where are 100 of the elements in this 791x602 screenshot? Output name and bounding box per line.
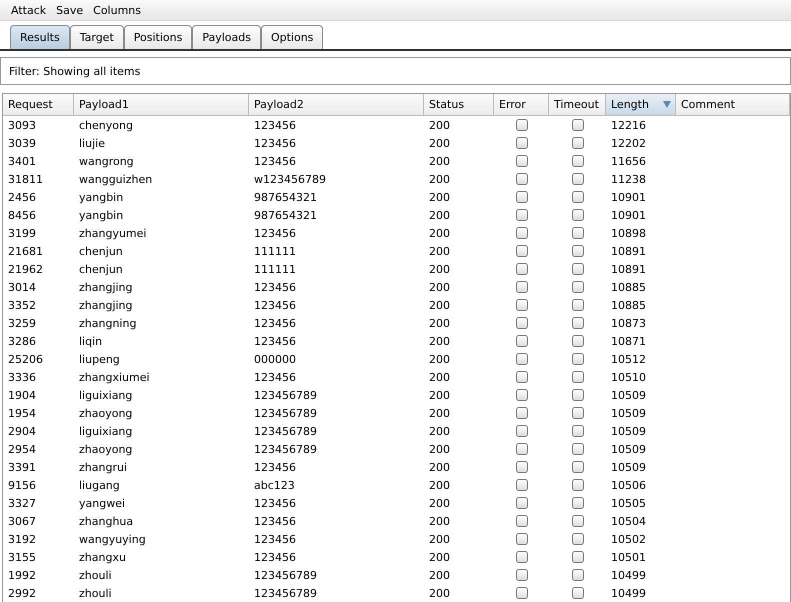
error-checkbox[interactable] (516, 227, 528, 239)
table-cell-text: 10873 (610, 316, 647, 332)
error-checkbox[interactable] (516, 299, 528, 311)
table-cell-text: 200 (428, 442, 451, 458)
table-cell-text: 10512 (610, 352, 647, 368)
table-cell-text: 123456 (253, 550, 297, 566)
table-cell-text: 2456 (7, 190, 37, 206)
timeout-checkbox[interactable] (572, 515, 584, 527)
timeout-checkbox[interactable] (572, 209, 584, 221)
table-cell-text: zhaoyong (78, 442, 134, 458)
timeout-checkbox[interactable] (572, 263, 584, 275)
timeout-checkbox[interactable] (572, 371, 584, 383)
timeout-checkbox[interactable] (572, 119, 584, 131)
column-header[interactable]: Comment (676, 94, 790, 115)
error-checkbox[interactable] (516, 191, 528, 203)
error-checkbox[interactable] (516, 155, 528, 167)
error-checkbox[interactable] (516, 587, 528, 599)
timeout-checkbox[interactable] (572, 245, 584, 257)
table-cell-text: 123456 (253, 496, 297, 512)
timeout-checkbox[interactable] (572, 425, 584, 437)
tab[interactable]: Positions (124, 25, 192, 49)
table-cell-text: 000000 (253, 352, 297, 368)
menu-item[interactable]: Save (55, 4, 84, 16)
table-cell-text: 12216 (610, 118, 647, 134)
table-cell-text: wangguizhen (78, 172, 154, 188)
timeout-checkbox[interactable] (572, 335, 584, 347)
timeout-checkbox[interactable] (572, 155, 584, 167)
error-checkbox[interactable] (516, 551, 528, 563)
table-cell-text: 200 (428, 172, 451, 188)
table-cell-text: 10885 (610, 298, 647, 314)
error-checkbox[interactable] (516, 425, 528, 437)
table-cell-text: 3352 (7, 298, 37, 314)
timeout-checkbox[interactable] (572, 317, 584, 329)
table-cell-text: 3327 (7, 496, 37, 512)
table-cell-text: yangwei (78, 496, 126, 512)
table-cell-text: 1954 (7, 406, 37, 422)
column-header[interactable]: Payload1 (74, 94, 249, 115)
error-checkbox[interactable] (516, 497, 528, 509)
timeout-checkbox[interactable] (572, 173, 584, 185)
timeout-checkbox[interactable] (572, 569, 584, 581)
column-header[interactable]: Payload2 (249, 94, 424, 115)
error-checkbox[interactable] (516, 389, 528, 401)
timeout-checkbox[interactable] (572, 227, 584, 239)
timeout-checkbox[interactable] (572, 281, 584, 293)
error-checkbox[interactable] (516, 515, 528, 527)
column-header[interactable]: Status (424, 94, 494, 115)
column-header[interactable]: Error (494, 94, 549, 115)
table-cell-text: zhangxu (78, 550, 127, 566)
column-header[interactable]: Request (3, 94, 74, 115)
table-cell-text: 3014 (7, 280, 37, 296)
error-checkbox[interactable] (516, 443, 528, 455)
timeout-checkbox[interactable] (572, 479, 584, 491)
error-checkbox[interactable] (516, 335, 528, 347)
table-cell-text: 123456789 (253, 406, 318, 422)
table-cell-text: 200 (428, 298, 451, 314)
menu-item[interactable]: Attack (10, 4, 48, 16)
error-checkbox[interactable] (516, 209, 528, 221)
error-checkbox[interactable] (516, 371, 528, 383)
timeout-checkbox[interactable] (572, 191, 584, 203)
error-checkbox[interactable] (516, 245, 528, 257)
error-checkbox[interactable] (516, 281, 528, 293)
column-header[interactable]: Length (606, 94, 676, 115)
error-checkbox[interactable] (516, 533, 528, 545)
table-cell-text: 200 (428, 478, 451, 494)
table-cell-text: 200 (428, 532, 451, 548)
timeout-checkbox[interactable] (572, 533, 584, 545)
tab[interactable]: Results (10, 25, 70, 49)
error-checkbox[interactable] (516, 479, 528, 491)
timeout-checkbox[interactable] (572, 299, 584, 311)
timeout-checkbox[interactable] (572, 443, 584, 455)
table-cell-text: 2992 (7, 586, 37, 602)
timeout-checkbox[interactable] (572, 587, 584, 599)
timeout-checkbox[interactable] (572, 353, 584, 365)
tab[interactable]: Options (260, 25, 324, 49)
error-checkbox[interactable] (516, 317, 528, 329)
filter-bar[interactable]: Filter: Showing all items (0, 57, 791, 85)
table-cell-text: 200 (428, 568, 451, 584)
table-cell-text: 200 (428, 496, 451, 512)
table-cell-text: 200 (428, 388, 451, 404)
error-checkbox[interactable] (516, 119, 528, 131)
tab[interactable]: Payloads (192, 25, 261, 49)
error-checkbox[interactable] (516, 263, 528, 275)
error-checkbox[interactable] (516, 173, 528, 185)
timeout-checkbox[interactable] (572, 551, 584, 563)
error-checkbox[interactable] (516, 353, 528, 365)
table-cell-text: 10901 (610, 208, 647, 224)
table-cell-text: 200 (428, 208, 451, 224)
tab[interactable]: Target (70, 25, 124, 49)
timeout-checkbox[interactable] (572, 407, 584, 419)
timeout-checkbox[interactable] (572, 389, 584, 401)
timeout-checkbox[interactable] (572, 461, 584, 473)
error-checkbox[interactable] (516, 137, 528, 149)
error-checkbox[interactable] (516, 407, 528, 419)
timeout-checkbox[interactable] (572, 497, 584, 509)
error-checkbox[interactable] (516, 461, 528, 473)
table-cell-text: zhouli (78, 568, 113, 584)
menu-item[interactable]: Columns (92, 4, 142, 16)
timeout-checkbox[interactable] (572, 137, 584, 149)
error-checkbox[interactable] (516, 569, 528, 581)
table-cell-text: zhanghua (78, 514, 134, 530)
